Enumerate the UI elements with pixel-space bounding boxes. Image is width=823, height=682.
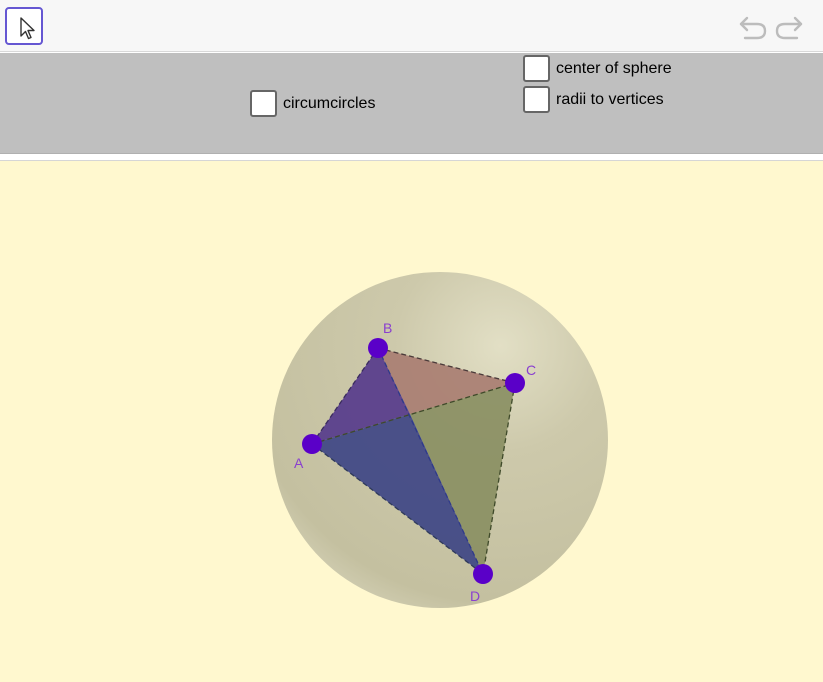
- move-tool-button[interactable]: [5, 7, 43, 45]
- checkbox-label: circumcircles: [283, 94, 376, 112]
- radii-to-vertices-checkbox[interactable]: radii to vertices: [523, 86, 664, 113]
- panel-divider: [0, 154, 823, 161]
- toolbar: [0, 0, 823, 52]
- circumcircles-checkbox[interactable]: circumcircles: [250, 90, 375, 117]
- checkbox-label: center of sphere: [556, 59, 672, 77]
- graphics-view[interactable]: A B C D: [0, 161, 823, 682]
- point-a[interactable]: [302, 434, 322, 454]
- checkbox-box[interactable]: [523, 55, 550, 82]
- point-c[interactable]: [505, 373, 525, 393]
- point-d[interactable]: [473, 564, 493, 584]
- point-d-label: D: [470, 588, 480, 604]
- point-c-label: C: [526, 362, 536, 378]
- graphics-canvas[interactable]: A B C D: [0, 161, 823, 682]
- undo-button[interactable]: [737, 12, 769, 40]
- point-b[interactable]: [368, 338, 388, 358]
- cursor-arrow-icon: [20, 17, 35, 40]
- checkbox-box[interactable]: [250, 90, 277, 117]
- point-b-label: B: [383, 320, 392, 336]
- checkbox-label: radii to vertices: [556, 90, 664, 108]
- checkbox-box[interactable]: [523, 86, 550, 113]
- redo-icon: [775, 16, 803, 40]
- undo-icon: [739, 16, 767, 40]
- center-of-sphere-checkbox[interactable]: center of sphere: [523, 55, 672, 82]
- redo-button[interactable]: [773, 12, 805, 40]
- controls-panel: circumcircles center of sphere radii to …: [0, 53, 823, 154]
- point-a-label: A: [294, 455, 304, 471]
